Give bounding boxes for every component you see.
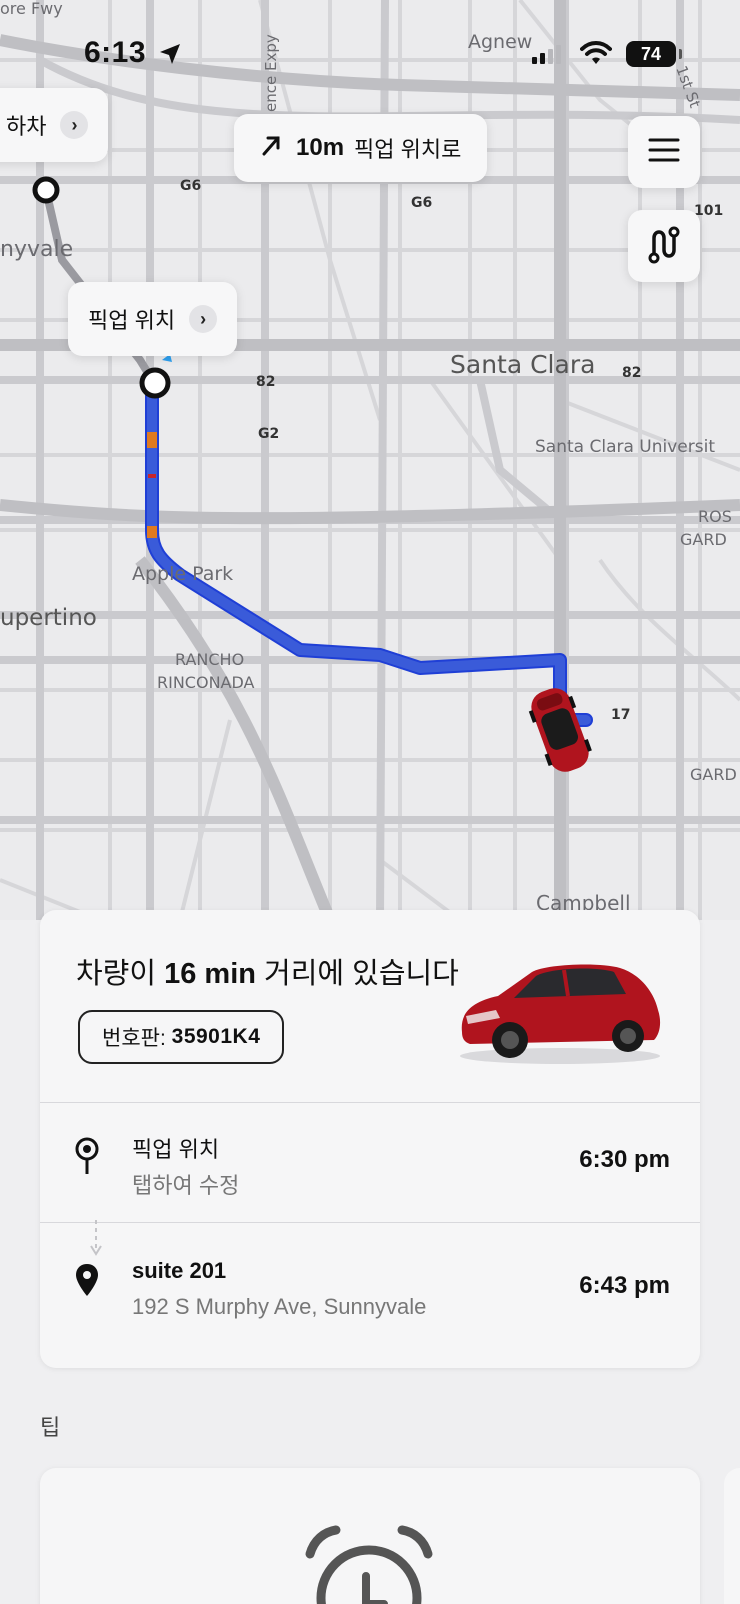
alarm-clock-icon [304,1524,434,1604]
road-label-82-a: 82 [256,374,275,390]
car-marker [528,688,592,772]
tip-card[interactable] [40,1468,700,1604]
map-label-garden2: GARD [690,765,737,784]
dropoff-address: 192 S Murphy Ave, Sunnyvale [132,1294,427,1319]
tips-section-label: 팁 [40,1415,61,1440]
map-label-cupertino: upertino [0,605,97,631]
road-label-g6-b: G6 [411,195,432,211]
eta-prefix: 차량이 [76,958,157,990]
road-label-82-b: 82 [622,365,641,381]
vehicle-image [450,952,670,1077]
tip-card-next[interactable] [724,1468,740,1604]
plate-number: 35901K4 [171,1025,261,1048]
route-icon [644,224,684,269]
dropoff-pin-icon [74,1262,100,1307]
trip-card[interactable]: 차량이 16 min 거리에 있습니다 번호판: 35901K4 픽업 위치 탭… [40,910,700,1368]
battery-indicator: 74 [626,41,682,67]
dropoff-marker [32,176,60,204]
pickup-title: 픽업 위치 [132,1137,220,1162]
route-overview-button[interactable] [628,210,700,282]
status-bar: 6:13 74 [0,0,740,90]
dropoff-stop-row[interactable]: suite 201 192 S Murphy Ave, Sunnyvale 6:… [40,1228,700,1348]
dropoff-title: suite 201 [132,1258,227,1283]
menu-button[interactable] [628,116,700,188]
navigation-instruction[interactable]: 10m 픽업 위치로 [234,114,488,182]
chevron-right-icon: › [189,305,218,333]
cellular-signal-icon [532,44,562,69]
map-label-santa-clara-university: Santa Clara Universit [535,437,715,457]
map-label-rancho: RANCHO [175,650,244,669]
status-time: 6:13 [84,36,147,69]
wifi-icon [580,40,612,71]
dropoff-chip[interactable]: 하차 › [0,88,109,162]
license-plate-badge: 번호판: 35901K4 [78,1010,285,1064]
eta-text: 차량이 16 min 거리에 있습니다 [76,950,459,992]
map-label-apple-park: Apple Park [132,563,233,585]
dropoff-time: 6:43 pm [579,1272,670,1299]
arrow-up-right-icon [260,134,282,162]
route-connector-icon [89,1218,103,1263]
road-label-g6-a: G6 [180,178,201,194]
pickup-chip[interactable]: 픽업 위치 › [68,282,238,356]
road-label-17: 17 [611,707,630,723]
road-label-g2: G2 [258,426,279,442]
pickup-chip-label: 픽업 위치 [88,308,176,333]
nav-distance: 10m [296,134,345,161]
map-label-santa-clara: Santa Clara [450,350,595,379]
pickup-stop-row[interactable]: 픽업 위치 탭하여 수정 6:30 pm [40,1102,700,1223]
eta-value: 16 min [164,958,256,990]
ride-tracking-screen: Agnew nyvale Santa Clara Santa Clara Uni… [0,0,740,1604]
location-arrow-icon [158,42,182,71]
eta-header: 차량이 16 min 거리에 있습니다 번호판: 35901K4 [40,910,700,1103]
map-label-rose: ROS [698,507,732,526]
hamburger-menu-icon [648,137,680,168]
map-label-rinconada: RINCONADA [157,673,255,692]
pickup-pin-icon [74,1136,100,1181]
pickup-subtitle: 탭하여 수정 [132,1173,240,1198]
pickup-time: 6:30 pm [579,1146,670,1173]
nav-text: 픽업 위치로 [354,137,462,162]
map-label-garden: GARD [680,530,727,549]
dropoff-chip-label: 하차 [6,114,47,139]
map-label-sunnyvale: nyvale [0,237,73,262]
eta-suffix: 거리에 있습니다 [264,958,459,990]
chevron-right-icon: › [60,111,89,139]
plate-label: 번호판: [102,1027,166,1050]
